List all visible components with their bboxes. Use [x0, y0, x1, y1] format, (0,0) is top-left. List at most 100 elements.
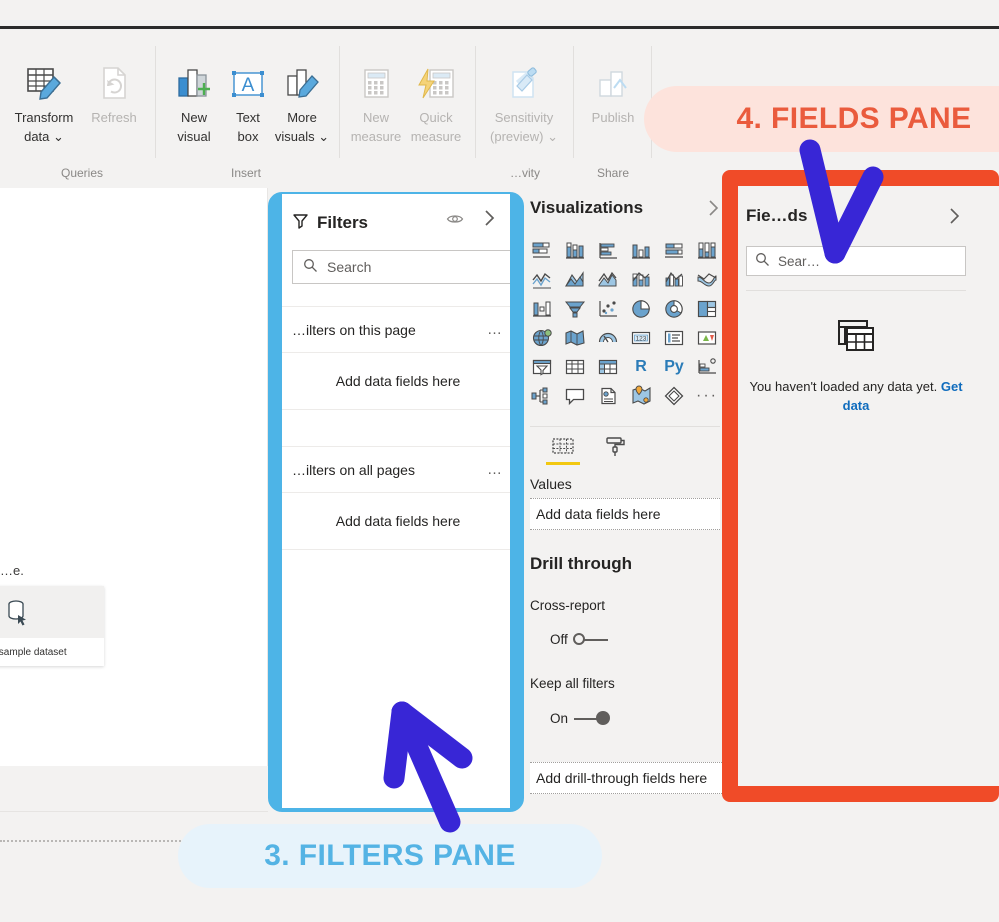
ribbon-group-calculations: New measure Quick measure [340, 34, 476, 188]
sensitivity-label-line1: Sensitivity [494, 110, 554, 125]
slicer-icon[interactable] [526, 352, 558, 381]
toggle-knob [572, 632, 585, 645]
keep-all-filters-toggle[interactable]: On [550, 710, 611, 726]
eye-icon[interactable] [446, 212, 464, 231]
refresh-label: Refresh [91, 110, 137, 125]
filters-pane-expand-icon[interactable] [484, 209, 496, 231]
report-canvas[interactable]: …e. …ry a sample dataset [0, 188, 268, 842]
stacked-bar-chart-icon[interactable] [526, 236, 558, 265]
fields-pane-expand-icon[interactable] [949, 207, 961, 229]
filters-search-placeholder: Search [327, 259, 372, 275]
line-and-clustered-column-chart-icon[interactable] [658, 265, 690, 294]
ribbon-group-label-insert: Insert [230, 166, 261, 180]
arrow-to-filters-pane [383, 701, 473, 833]
more-visuals-icon [268, 54, 336, 106]
cross-report-toggle[interactable]: Off [550, 632, 608, 647]
visualizations-values-drop-zone[interactable]: Add data fields here [530, 498, 720, 530]
quick-measure-button[interactable]: Quick measure [402, 54, 470, 144]
drill-through-drop-zone[interactable]: Add drill-through fields here [530, 762, 738, 794]
ribbon-tab-underline [0, 26, 999, 29]
filters-drop-zone[interactable]: Add data fields here [282, 492, 510, 550]
key-influencers-icon[interactable] [691, 352, 723, 381]
kpi-icon[interactable] [691, 323, 723, 352]
arcgis-map-icon[interactable] [625, 381, 657, 410]
filters-drop-zone[interactable]: Add data fields here [282, 352, 510, 410]
area-chart-icon[interactable] [559, 265, 591, 294]
paginated-report-icon[interactable] [592, 381, 624, 410]
visualizations-pane-tabs[interactable] [530, 426, 720, 466]
visualizations-pane-expand-icon[interactable] [708, 199, 720, 221]
visualizations-pane[interactable]: Visualizations 123 R Py ··· Values Add d… [524, 188, 738, 794]
r-script-visual-icon[interactable]: R [625, 352, 657, 381]
more-options-icon[interactable]: … [487, 321, 504, 338]
clustered-column-chart-icon[interactable] [625, 236, 657, 265]
sample-dataset-card[interactable]: …ry a sample dataset [0, 586, 104, 666]
powerbi-desktop-screenshot: Transform data ⌄ Refresh Queries New vis… [0, 0, 999, 922]
status-bar [0, 766, 268, 812]
paint-roller-icon[interactable] [600, 430, 630, 464]
map-icon[interactable] [526, 323, 558, 352]
power-apps-icon[interactable] [658, 381, 690, 410]
filters-section-header[interactable]: …ilters on all pages … [282, 446, 510, 492]
quick-measure-icon [402, 54, 470, 106]
card-icon[interactable]: 123 [625, 323, 657, 352]
toggle-track [574, 710, 611, 725]
cross-report-label: Cross-report [530, 598, 606, 613]
waterfall-chart-icon[interactable] [526, 294, 558, 323]
hundred-percent-stacked-column-chart-icon[interactable] [691, 236, 723, 265]
ribbon-group-insert: New visual A Text box More visuals ⌄ Ins… [156, 34, 340, 188]
python-visual-icon[interactable]: Py [658, 352, 690, 381]
database-cursor-icon [0, 586, 104, 638]
more-visuals-button[interactable]: More visuals ⌄ [268, 54, 336, 144]
treemap-icon[interactable] [691, 294, 723, 323]
publish-button[interactable]: Publish [579, 54, 647, 125]
filters-pane-header: Filters [292, 208, 502, 238]
ribbon-chart-icon[interactable] [691, 265, 723, 294]
fields-divider [746, 290, 966, 291]
stacked-column-chart-icon[interactable] [559, 236, 591, 265]
new-measure-button[interactable]: New measure [342, 54, 410, 144]
fields-build-icon[interactable] [546, 430, 580, 465]
qna-icon[interactable] [559, 381, 591, 410]
hundred-percent-stacked-bar-chart-icon[interactable] [658, 236, 690, 265]
ribbon-group-sensitivity: Sensitivity (preview) ⌄ …vity [476, 34, 574, 188]
table-icon[interactable] [559, 352, 591, 381]
sensitivity-button[interactable]: Sensitivity (preview) ⌄ [490, 54, 558, 144]
filters-section-header[interactable]: …ilters on this page … [282, 306, 510, 352]
funnel-chart-icon[interactable] [559, 294, 591, 323]
stacked-area-chart-icon[interactable] [592, 265, 624, 294]
new-measure-label-line2: measure [350, 129, 402, 144]
visualization-type-grid[interactable]: 123 R Py ··· [526, 236, 722, 410]
more-options-icon[interactable]: ··· [691, 381, 723, 410]
ribbon-group-label-sensitivity: …vity [510, 166, 540, 180]
search-icon [755, 252, 770, 270]
line-chart-icon[interactable] [526, 265, 558, 294]
matrix-icon[interactable] [592, 352, 624, 381]
quick-measure-label-line2: measure [410, 129, 462, 144]
transform-data-label-line1: Transform [14, 110, 74, 125]
multi-row-card-icon[interactable] [658, 323, 690, 352]
transform-data-label-line2: data ⌄ [24, 129, 64, 144]
donut-chart-icon[interactable] [658, 294, 690, 323]
fields-empty-message: You haven't loaded any data yet. [749, 379, 938, 394]
keep-all-filters-state: On [550, 711, 569, 726]
canvas-note-text: …e. [0, 563, 24, 578]
refresh-button[interactable]: Refresh [80, 54, 148, 125]
new-measure-icon [342, 54, 410, 106]
filters-search-box[interactable]: Search [292, 250, 510, 284]
table-stack-icon [833, 320, 879, 362]
sensitivity-label-line2: (preview) ⌄ [490, 129, 558, 144]
filters-section-this-page: …ilters on this page … Add data fields h… [282, 306, 510, 410]
scatter-chart-icon[interactable] [592, 294, 624, 323]
drill-through-title: Drill through [530, 554, 632, 573]
transform-data-button[interactable]: Transform data ⌄ [10, 54, 78, 144]
filters-section-title: …ilters on this page [292, 321, 416, 338]
publish-label: Publish [591, 110, 635, 125]
gauge-icon[interactable] [592, 323, 624, 352]
line-and-stacked-column-chart-icon[interactable] [625, 265, 657, 294]
more-options-icon[interactable]: … [487, 461, 504, 478]
clustered-bar-chart-icon[interactable] [592, 236, 624, 265]
filled-map-icon[interactable] [559, 323, 591, 352]
pie-chart-icon[interactable] [625, 294, 657, 323]
decomposition-tree-icon[interactable] [526, 381, 558, 410]
